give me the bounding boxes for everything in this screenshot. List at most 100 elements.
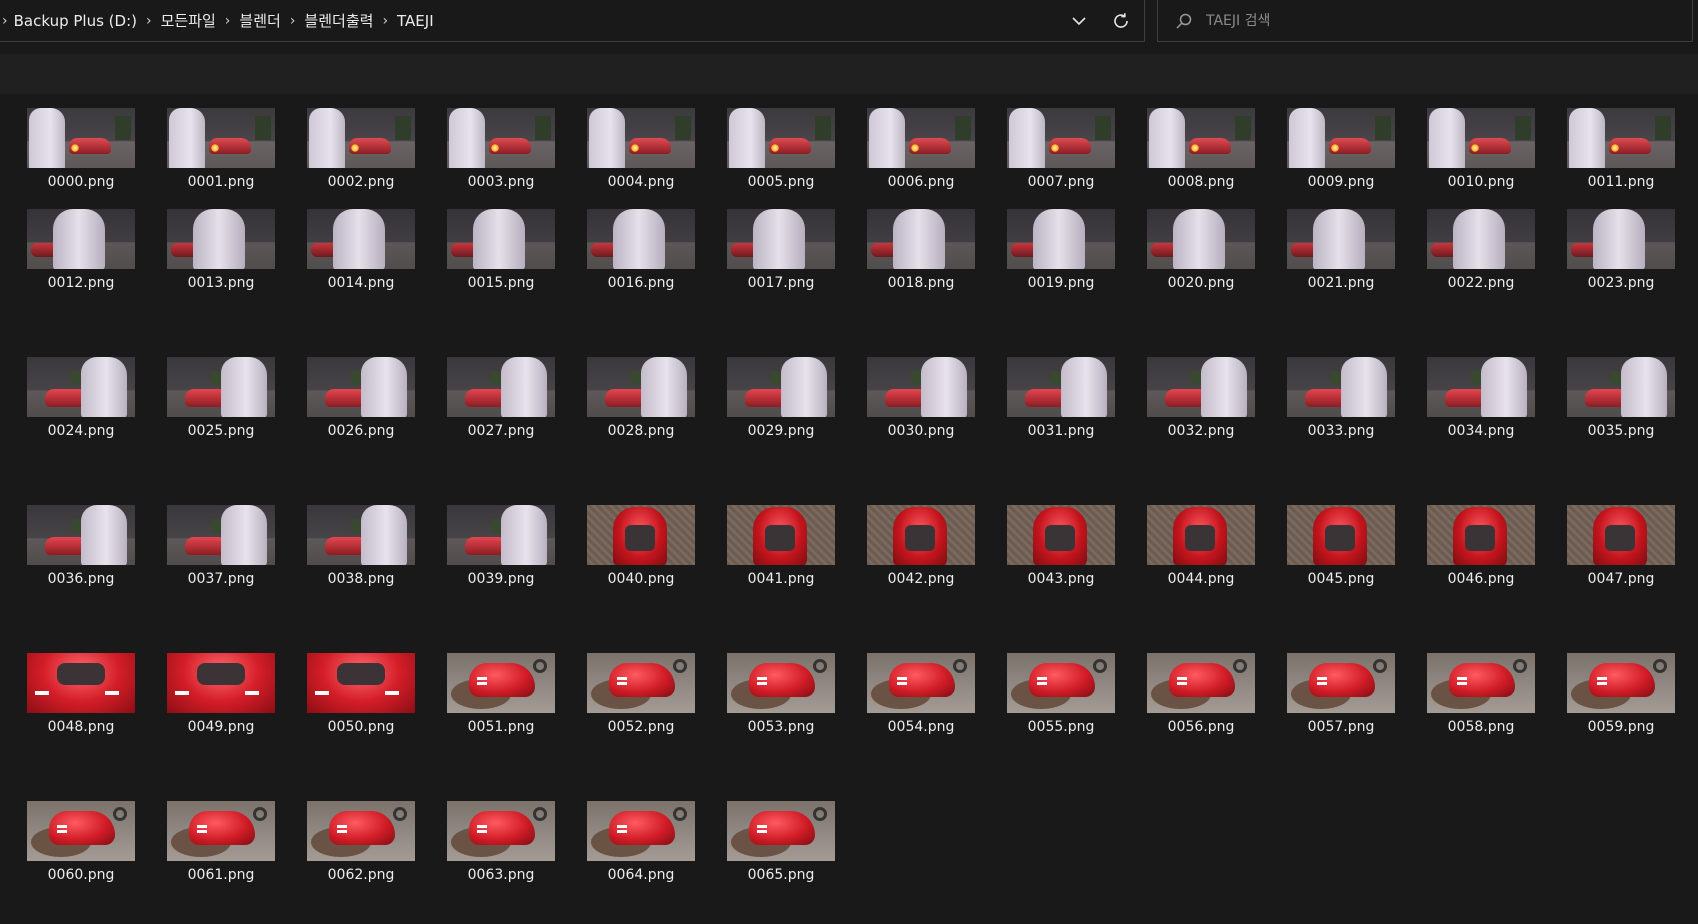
file-item[interactable]: 0024.png bbox=[11, 343, 151, 439]
breadcrumb-item-blender-output[interactable]: 블렌더출력 bbox=[304, 10, 373, 31]
file-item[interactable]: 0064.png bbox=[571, 787, 711, 883]
file-name: 0034.png bbox=[1447, 423, 1515, 439]
file-name: 0048.png bbox=[47, 719, 115, 735]
chevron-right-icon[interactable]: › bbox=[373, 13, 397, 29]
file-item[interactable]: 0051.png bbox=[431, 639, 571, 735]
file-item[interactable]: 0038.png bbox=[291, 491, 431, 587]
file-item[interactable]: 0018.png bbox=[851, 195, 991, 291]
file-item[interactable]: 0035.png bbox=[1551, 343, 1691, 439]
file-item[interactable]: 0058.png bbox=[1411, 639, 1551, 735]
search-box[interactable] bbox=[1157, 0, 1693, 42]
file-item[interactable]: 0010.png bbox=[1411, 94, 1551, 190]
breadcrumb-item-drive[interactable]: Backup Plus (D:) bbox=[14, 12, 137, 30]
file-item[interactable]: 0021.png bbox=[1271, 195, 1411, 291]
file-item[interactable]: 0003.png bbox=[431, 94, 571, 190]
file-item[interactable]: 0027.png bbox=[431, 343, 571, 439]
file-item[interactable]: 0043.png bbox=[991, 491, 1131, 587]
file-name: 0065.png bbox=[747, 867, 815, 883]
file-item[interactable]: 0002.png bbox=[291, 94, 431, 190]
file-item[interactable]: 0045.png bbox=[1271, 491, 1411, 587]
address-bar[interactable]: › Backup Plus (D:) › 모든파일 › 블렌더 › 블렌더출력 … bbox=[0, 0, 1145, 42]
chevron-right-icon[interactable]: › bbox=[216, 13, 240, 29]
file-item[interactable]: 0009.png bbox=[1271, 94, 1411, 190]
file-item[interactable]: 0001.png bbox=[151, 94, 291, 190]
file-item[interactable]: 0053.png bbox=[711, 639, 851, 735]
file-item[interactable]: 0004.png bbox=[571, 94, 711, 190]
file-item[interactable]: 0026.png bbox=[291, 343, 431, 439]
file-item[interactable]: 0044.png bbox=[1131, 491, 1271, 587]
file-thumbnail bbox=[587, 209, 695, 269]
file-item[interactable]: 0015.png bbox=[431, 195, 571, 291]
file-item[interactable]: 0052.png bbox=[571, 639, 711, 735]
file-item[interactable]: 0029.png bbox=[711, 343, 851, 439]
file-name: 0036.png bbox=[47, 571, 115, 587]
file-item[interactable]: 0005.png bbox=[711, 94, 851, 190]
file-name: 0000.png bbox=[47, 174, 115, 190]
chevron-down-icon bbox=[1072, 17, 1086, 26]
file-item[interactable]: 0049.png bbox=[151, 639, 291, 735]
file-item[interactable]: 0030.png bbox=[851, 343, 991, 439]
search-input[interactable] bbox=[1206, 12, 1626, 29]
file-item[interactable]: 0028.png bbox=[571, 343, 711, 439]
file-item[interactable]: 0048.png bbox=[11, 639, 151, 735]
file-item[interactable]: 0046.png bbox=[1411, 491, 1551, 587]
chevron-right-icon[interactable]: › bbox=[0, 13, 14, 29]
file-item[interactable]: 0055.png bbox=[991, 639, 1131, 735]
file-item[interactable]: 0008.png bbox=[1131, 94, 1271, 190]
file-name: 0050.png bbox=[327, 719, 395, 735]
file-item[interactable]: 0025.png bbox=[151, 343, 291, 439]
file-name: 0007.png bbox=[1027, 174, 1095, 190]
file-item[interactable]: 0006.png bbox=[851, 94, 991, 190]
file-thumbnail bbox=[447, 801, 555, 861]
file-item[interactable]: 0057.png bbox=[1271, 639, 1411, 735]
file-item[interactable]: 0063.png bbox=[431, 787, 571, 883]
refresh-button[interactable] bbox=[1106, 7, 1136, 35]
file-item[interactable]: 0065.png bbox=[711, 787, 851, 883]
file-item[interactable]: 0013.png bbox=[151, 195, 291, 291]
file-name: 0053.png bbox=[747, 719, 815, 735]
file-item[interactable]: 0033.png bbox=[1271, 343, 1411, 439]
file-item[interactable]: 0014.png bbox=[291, 195, 431, 291]
file-item[interactable]: 0040.png bbox=[571, 491, 711, 587]
file-name: 0040.png bbox=[607, 571, 675, 587]
chevron-right-icon[interactable]: › bbox=[281, 13, 305, 29]
file-thumbnail bbox=[1147, 505, 1255, 565]
file-item[interactable]: 0031.png bbox=[991, 343, 1131, 439]
file-item[interactable]: 0059.png bbox=[1551, 639, 1691, 735]
file-name: 0033.png bbox=[1307, 423, 1375, 439]
file-item[interactable]: 0054.png bbox=[851, 639, 991, 735]
file-item[interactable]: 0056.png bbox=[1131, 639, 1271, 735]
file-item[interactable]: 0047.png bbox=[1551, 491, 1691, 587]
file-item[interactable]: 0000.png bbox=[11, 94, 151, 190]
breadcrumb-item-blender[interactable]: 블렌더 bbox=[239, 10, 280, 31]
file-thumbnail bbox=[27, 108, 135, 168]
file-item[interactable]: 0022.png bbox=[1411, 195, 1551, 291]
file-item[interactable]: 0061.png bbox=[151, 787, 291, 883]
file-item[interactable]: 0020.png bbox=[1131, 195, 1271, 291]
file-item[interactable]: 0017.png bbox=[711, 195, 851, 291]
breadcrumb-item-all-files[interactable]: 모든파일 bbox=[161, 10, 216, 31]
file-name: 0045.png bbox=[1307, 571, 1375, 587]
file-item[interactable]: 0023.png bbox=[1551, 195, 1691, 291]
file-item[interactable]: 0036.png bbox=[11, 491, 151, 587]
file-thumbnail bbox=[1147, 357, 1255, 417]
chevron-right-icon[interactable]: › bbox=[137, 13, 161, 29]
file-item[interactable]: 0060.png bbox=[11, 787, 151, 883]
file-item[interactable]: 0016.png bbox=[571, 195, 711, 291]
breadcrumb-item-current-folder[interactable]: TAEJI bbox=[397, 12, 434, 30]
file-item[interactable]: 0041.png bbox=[711, 491, 851, 587]
file-item[interactable]: 0050.png bbox=[291, 639, 431, 735]
file-item[interactable]: 0034.png bbox=[1411, 343, 1551, 439]
file-item[interactable]: 0032.png bbox=[1131, 343, 1271, 439]
file-item[interactable]: 0042.png bbox=[851, 491, 991, 587]
file-item[interactable]: 0011.png bbox=[1551, 94, 1691, 190]
file-item[interactable]: 0062.png bbox=[291, 787, 431, 883]
file-item[interactable]: 0037.png bbox=[151, 491, 291, 587]
search-icon bbox=[1174, 11, 1194, 31]
address-history-dropdown-button[interactable] bbox=[1064, 8, 1094, 34]
file-item[interactable]: 0039.png bbox=[431, 491, 571, 587]
file-item[interactable]: 0019.png bbox=[991, 195, 1131, 291]
file-item[interactable]: 0012.png bbox=[11, 195, 151, 291]
file-item[interactable]: 0007.png bbox=[991, 94, 1131, 190]
file-thumbnail bbox=[727, 108, 835, 168]
